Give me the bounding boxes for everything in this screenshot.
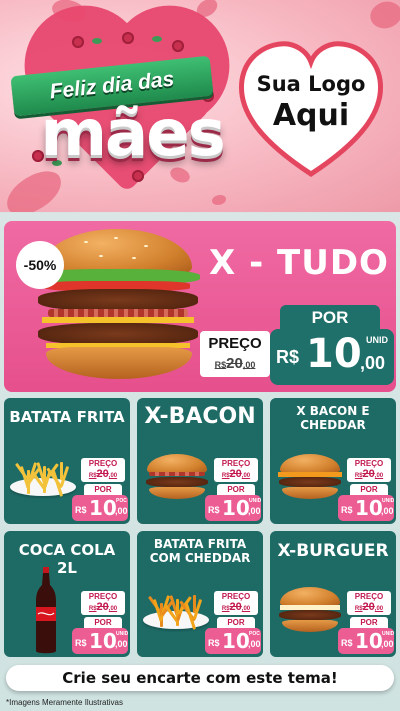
old-price-tag: PREÇO R$20,00 <box>214 458 258 482</box>
fries-image <box>10 454 76 498</box>
product-name: COCA COLA 2L <box>18 541 116 577</box>
old-price: R$20,00 <box>354 468 384 480</box>
fries-image <box>143 587 209 631</box>
product-name: BATATA FRITA COM CHEDDAR <box>149 537 251 565</box>
old-price-tag: PREÇO R$20,00 <box>347 591 391 615</box>
rose-icon <box>122 32 134 44</box>
old-price: R$20,00 <box>221 468 251 480</box>
new-price-label: POR <box>280 305 380 331</box>
cta-banner[interactable]: Crie seu encarte com este tema! <box>6 665 394 691</box>
product-card-x-bacon-cheddar: X BACON E CHEDDAR PREÇO R$20,00 POR R$ 10 UNID… <box>270 398 396 524</box>
product-card-batata-cheddar: BATATA FRITA COM CHEDDAR PREÇO R$20,00 POR R… <box>137 531 263 657</box>
product-name: X BACON E CHEDDAR <box>296 404 370 432</box>
title-line2: mães <box>40 97 225 171</box>
old-price-label: PREÇO <box>354 592 384 601</box>
rose-icon <box>132 170 144 182</box>
old-price: R$20,00 <box>214 355 256 372</box>
mothers-day-title-badge: Feliz dia das mães <box>10 23 226 193</box>
new-price: R$ 10 UNID ,00 <box>338 628 394 654</box>
old-price-tag: PREÇO R$20,00 <box>214 591 258 615</box>
rose-icon <box>172 40 184 52</box>
old-price-label: PREÇO <box>221 459 251 468</box>
leaf-icon <box>152 36 162 42</box>
featured-product-name: X - TUDO <box>209 243 389 283</box>
product-name: X-BACON <box>144 404 256 429</box>
old-price-label: PREÇO <box>221 592 251 601</box>
disclaimer-text: *Imagens Meramente Ilustrativas <box>6 698 123 707</box>
burger-image <box>278 587 342 635</box>
rose-icon <box>72 36 84 48</box>
product-card-batata-frita: BATATA FRITA PREÇO R$20,00 POR R$ 10 POC ,00 <box>4 398 130 524</box>
product-name: X-BURGUER <box>277 541 389 561</box>
new-price: R$ 10 POC ,00 <box>72 495 128 521</box>
featured-product-card: -50% X - TUDO PREÇO R$20,00 POR R$ 10 UN… <box>4 221 396 392</box>
old-price-label: PREÇO <box>88 459 118 468</box>
new-price-tag: POR R$ 10 UNID ,00 <box>270 305 394 385</box>
burger-image <box>278 454 342 502</box>
new-price: R$ 10 UNID ,00 <box>270 329 394 385</box>
new-price: R$ 10 UNID ,00 <box>205 495 261 521</box>
burger-image <box>145 454 209 502</box>
header-banner: Feliz dia das mães Sua Logo Aqui <box>0 0 400 212</box>
logo-line2: Aqui <box>272 98 350 133</box>
product-name: BATATA FRITA <box>9 408 125 426</box>
old-price: R$20,00 <box>88 601 118 613</box>
old-price-label: PREÇO <box>88 592 118 601</box>
old-price-label: PREÇO <box>354 459 384 468</box>
old-price: R$20,00 <box>88 468 118 480</box>
new-price: R$ 10 UNID ,00 <box>72 628 128 654</box>
logo-line1: Sua Logo <box>256 72 366 96</box>
old-price-label: PREÇO <box>208 335 262 352</box>
product-card-x-bacon: X-BACON PREÇO R$20,00 POR R$ 10 UNID ,00 <box>137 398 263 524</box>
new-price: R$ 10 POC ,00 <box>205 628 261 654</box>
leaf-icon <box>92 38 102 44</box>
new-price: R$ 10 UNID ,00 <box>338 495 394 521</box>
discount-badge: -50% <box>16 241 64 289</box>
old-price: R$20,00 <box>354 601 384 613</box>
old-price-tag: PREÇO R$20,00 <box>81 458 125 482</box>
old-price-tag: PREÇO R$20,00 <box>81 591 125 615</box>
cta-text: Crie seu encarte com este tema! <box>62 669 338 687</box>
petal-decoration <box>365 0 400 36</box>
old-price-tag: PREÇO R$20,00 <box>347 458 391 482</box>
logo-placeholder: Sua Logo Aqui <box>236 38 386 178</box>
product-card-coca-cola: COCA COLA 2L PREÇO R$20,00 POR R$ 10 UNID ,00 <box>4 531 130 657</box>
soda-bottle-image <box>34 567 58 655</box>
bottle-icon <box>36 567 56 654</box>
flyer-page: Feliz dia das mães Sua Logo Aqui -50% X … <box>0 0 400 711</box>
product-card-x-burguer: X-BURGUER PREÇO R$20,00 POR R$ 10 UNID ,00 <box>270 531 396 657</box>
petal-decoration <box>212 195 226 205</box>
old-price-tag: PREÇO R$20,00 <box>200 331 270 377</box>
old-price: R$20,00 <box>221 601 251 613</box>
